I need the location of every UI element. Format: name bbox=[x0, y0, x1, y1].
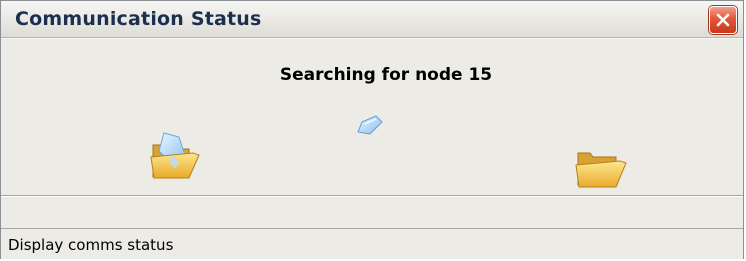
open-folder-with-document-icon bbox=[150, 132, 200, 179]
communication-status-window: Communication Status Searching for node … bbox=[0, 0, 744, 259]
status-bar: Display comms status bbox=[1, 228, 743, 259]
open-folder-icon bbox=[575, 152, 627, 188]
close-icon bbox=[716, 13, 730, 27]
window-title: Communication Status bbox=[15, 8, 262, 30]
status-message: Searching for node 15 bbox=[279, 65, 493, 85]
progress-area bbox=[1, 196, 743, 228]
status-bar-text: Display comms status bbox=[8, 236, 174, 254]
close-button[interactable] bbox=[709, 6, 737, 34]
flying-document-icon bbox=[357, 115, 383, 135]
title-bar[interactable]: Communication Status bbox=[1, 1, 743, 38]
transfer-animation-area: Searching for node 15 bbox=[1, 38, 743, 196]
